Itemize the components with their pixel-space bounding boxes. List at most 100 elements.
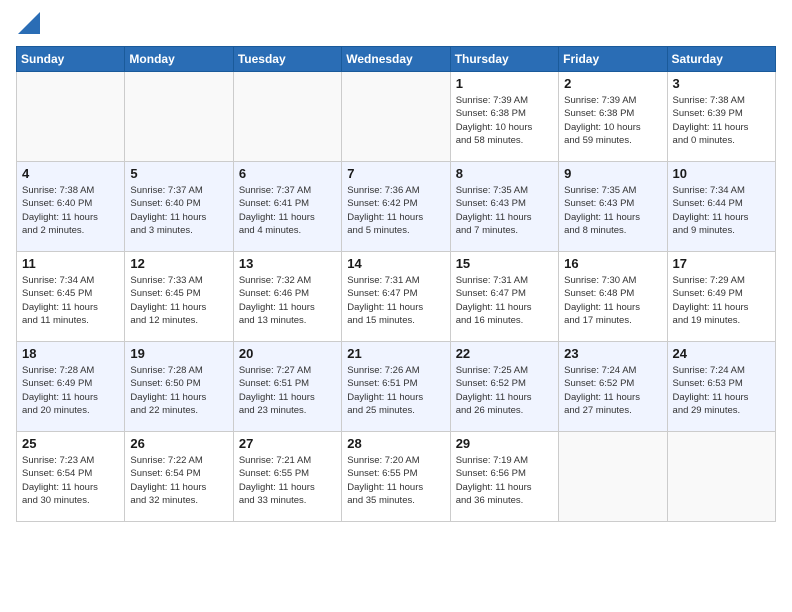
day-info: Sunrise: 7:34 AM Sunset: 6:44 PM Dayligh… — [673, 184, 770, 237]
header-day: Thursday — [450, 47, 558, 72]
calendar-cell: 18 Sunrise: 7:28 AM Sunset: 6:49 PM Dayli… — [17, 342, 125, 432]
calendar-cell: 25 Sunrise: 7:23 AM Sunset: 6:54 PM Dayli… — [17, 432, 125, 522]
day-info: Sunrise: 7:35 AM Sunset: 6:43 PM Dayligh… — [564, 184, 661, 237]
day-number: 21 — [347, 346, 444, 361]
calendar-cell: 1 Sunrise: 7:39 AM Sunset: 6:38 PM Daylig… — [450, 72, 558, 162]
calendar-week: 11 Sunrise: 7:34 AM Sunset: 6:45 PM Dayli… — [17, 252, 776, 342]
day-number: 19 — [130, 346, 227, 361]
day-info: Sunrise: 7:30 AM Sunset: 6:48 PM Dayligh… — [564, 274, 661, 327]
calendar-cell — [125, 72, 233, 162]
calendar-cell: 6 Sunrise: 7:37 AM Sunset: 6:41 PM Daylig… — [233, 162, 341, 252]
calendar-table: SundayMondayTuesdayWednesdayThursdayFrid… — [16, 46, 776, 522]
calendar-cell: 5 Sunrise: 7:37 AM Sunset: 6:40 PM Daylig… — [125, 162, 233, 252]
day-number: 10 — [673, 166, 770, 181]
calendar-cell — [559, 432, 667, 522]
day-number: 24 — [673, 346, 770, 361]
calendar-week: 4 Sunrise: 7:38 AM Sunset: 6:40 PM Daylig… — [17, 162, 776, 252]
calendar-cell: 4 Sunrise: 7:38 AM Sunset: 6:40 PM Daylig… — [17, 162, 125, 252]
calendar-cell: 29 Sunrise: 7:19 AM Sunset: 6:56 PM Dayli… — [450, 432, 558, 522]
calendar-week: 18 Sunrise: 7:28 AM Sunset: 6:49 PM Dayli… — [17, 342, 776, 432]
day-info: Sunrise: 7:33 AM Sunset: 6:45 PM Dayligh… — [130, 274, 227, 327]
day-info: Sunrise: 7:27 AM Sunset: 6:51 PM Dayligh… — [239, 364, 336, 417]
header-day: Monday — [125, 47, 233, 72]
day-number: 11 — [22, 256, 119, 271]
day-number: 29 — [456, 436, 553, 451]
calendar-cell — [17, 72, 125, 162]
day-info: Sunrise: 7:24 AM Sunset: 6:52 PM Dayligh… — [564, 364, 661, 417]
day-number: 3 — [673, 76, 770, 91]
day-number: 13 — [239, 256, 336, 271]
calendar-cell: 28 Sunrise: 7:20 AM Sunset: 6:55 PM Dayli… — [342, 432, 450, 522]
day-number: 2 — [564, 76, 661, 91]
day-info: Sunrise: 7:23 AM Sunset: 6:54 PM Dayligh… — [22, 454, 119, 507]
calendar-cell: 23 Sunrise: 7:24 AM Sunset: 6:52 PM Dayli… — [559, 342, 667, 432]
calendar-cell: 3 Sunrise: 7:38 AM Sunset: 6:39 PM Daylig… — [667, 72, 775, 162]
day-info: Sunrise: 7:31 AM Sunset: 6:47 PM Dayligh… — [347, 274, 444, 327]
logo — [16, 16, 40, 34]
calendar-cell: 22 Sunrise: 7:25 AM Sunset: 6:52 PM Dayli… — [450, 342, 558, 432]
calendar-cell: 15 Sunrise: 7:31 AM Sunset: 6:47 PM Dayli… — [450, 252, 558, 342]
day-info: Sunrise: 7:32 AM Sunset: 6:46 PM Dayligh… — [239, 274, 336, 327]
calendar-cell: 17Sunrise: 7:29 AM Sunset: 6:49 PM Dayli… — [667, 252, 775, 342]
day-number: 25 — [22, 436, 119, 451]
day-info: Sunrise: 7:38 AM Sunset: 6:40 PM Dayligh… — [22, 184, 119, 237]
calendar-cell: 20 Sunrise: 7:27 AM Sunset: 6:51 PM Dayli… — [233, 342, 341, 432]
day-info: Sunrise: 7:19 AM Sunset: 6:56 PM Dayligh… — [456, 454, 553, 507]
logo-icon — [18, 12, 40, 34]
day-number: 7 — [347, 166, 444, 181]
calendar-cell — [233, 72, 341, 162]
day-number: 5 — [130, 166, 227, 181]
day-info: Sunrise: 7:34 AM Sunset: 6:45 PM Dayligh… — [22, 274, 119, 327]
calendar-cell: 24 Sunrise: 7:24 AM Sunset: 6:53 PM Dayli… — [667, 342, 775, 432]
header-row: SundayMondayTuesdayWednesdayThursdayFrid… — [17, 47, 776, 72]
calendar-cell: 19 Sunrise: 7:28 AM Sunset: 6:50 PM Dayli… — [125, 342, 233, 432]
day-number: 14 — [347, 256, 444, 271]
day-info: Sunrise: 7:36 AM Sunset: 6:42 PM Dayligh… — [347, 184, 444, 237]
day-info: Sunrise: 7:38 AM Sunset: 6:39 PM Dayligh… — [673, 94, 770, 147]
day-info: Sunrise: 7:28 AM Sunset: 6:50 PM Dayligh… — [130, 364, 227, 417]
header-day: Tuesday — [233, 47, 341, 72]
calendar-cell: 26 Sunrise: 7:22 AM Sunset: 6:54 PM Dayli… — [125, 432, 233, 522]
header-day: Sunday — [17, 47, 125, 72]
calendar-cell: 11 Sunrise: 7:34 AM Sunset: 6:45 PM Dayli… — [17, 252, 125, 342]
calendar-cell: 27 Sunrise: 7:21 AM Sunset: 6:55 PM Dayli… — [233, 432, 341, 522]
calendar-cell: 8 Sunrise: 7:35 AM Sunset: 6:43 PM Daylig… — [450, 162, 558, 252]
day-info: Sunrise: 7:37 AM Sunset: 6:40 PM Dayligh… — [130, 184, 227, 237]
day-number: 6 — [239, 166, 336, 181]
day-number: 9 — [564, 166, 661, 181]
calendar-cell: 13 Sunrise: 7:32 AM Sunset: 6:46 PM Dayli… — [233, 252, 341, 342]
day-info: Sunrise: 7:39 AM Sunset: 6:38 PM Dayligh… — [564, 94, 661, 147]
day-number: 28 — [347, 436, 444, 451]
day-number: 23 — [564, 346, 661, 361]
day-info: Sunrise: 7:37 AM Sunset: 6:41 PM Dayligh… — [239, 184, 336, 237]
day-number: 1 — [456, 76, 553, 91]
day-number: 4 — [22, 166, 119, 181]
day-info: Sunrise: 7:24 AM Sunset: 6:53 PM Dayligh… — [673, 364, 770, 417]
calendar-week: 25 Sunrise: 7:23 AM Sunset: 6:54 PM Dayli… — [17, 432, 776, 522]
day-info: Sunrise: 7:22 AM Sunset: 6:54 PM Dayligh… — [130, 454, 227, 507]
day-info: Sunrise: 7:28 AM Sunset: 6:49 PM Dayligh… — [22, 364, 119, 417]
day-number: 27 — [239, 436, 336, 451]
calendar-cell: 14 Sunrise: 7:31 AM Sunset: 6:47 PM Dayli… — [342, 252, 450, 342]
calendar-cell: 16Sunrise: 7:30 AM Sunset: 6:48 PM Dayli… — [559, 252, 667, 342]
day-info: Sunrise: 7:29 AM Sunset: 6:49 PM Dayligh… — [673, 274, 770, 327]
day-number: 15 — [456, 256, 553, 271]
day-number: 18 — [22, 346, 119, 361]
calendar-cell: 2 Sunrise: 7:39 AM Sunset: 6:38 PM Daylig… — [559, 72, 667, 162]
day-number: 22 — [456, 346, 553, 361]
day-info: Sunrise: 7:39 AM Sunset: 6:38 PM Dayligh… — [456, 94, 553, 147]
day-number: 20 — [239, 346, 336, 361]
day-info: Sunrise: 7:31 AM Sunset: 6:47 PM Dayligh… — [456, 274, 553, 327]
day-number: 8 — [456, 166, 553, 181]
day-info: Sunrise: 7:26 AM Sunset: 6:51 PM Dayligh… — [347, 364, 444, 417]
calendar-cell: 10 Sunrise: 7:34 AM Sunset: 6:44 PM Dayli… — [667, 162, 775, 252]
header-day: Friday — [559, 47, 667, 72]
day-info: Sunrise: 7:35 AM Sunset: 6:43 PM Dayligh… — [456, 184, 553, 237]
header-day: Saturday — [667, 47, 775, 72]
day-info: Sunrise: 7:20 AM Sunset: 6:55 PM Dayligh… — [347, 454, 444, 507]
day-info: Sunrise: 7:25 AM Sunset: 6:52 PM Dayligh… — [456, 364, 553, 417]
day-info: Sunrise: 7:21 AM Sunset: 6:55 PM Dayligh… — [239, 454, 336, 507]
calendar-cell — [667, 432, 775, 522]
calendar-cell: 12Sunrise: 7:33 AM Sunset: 6:45 PM Dayli… — [125, 252, 233, 342]
day-number: 26 — [130, 436, 227, 451]
